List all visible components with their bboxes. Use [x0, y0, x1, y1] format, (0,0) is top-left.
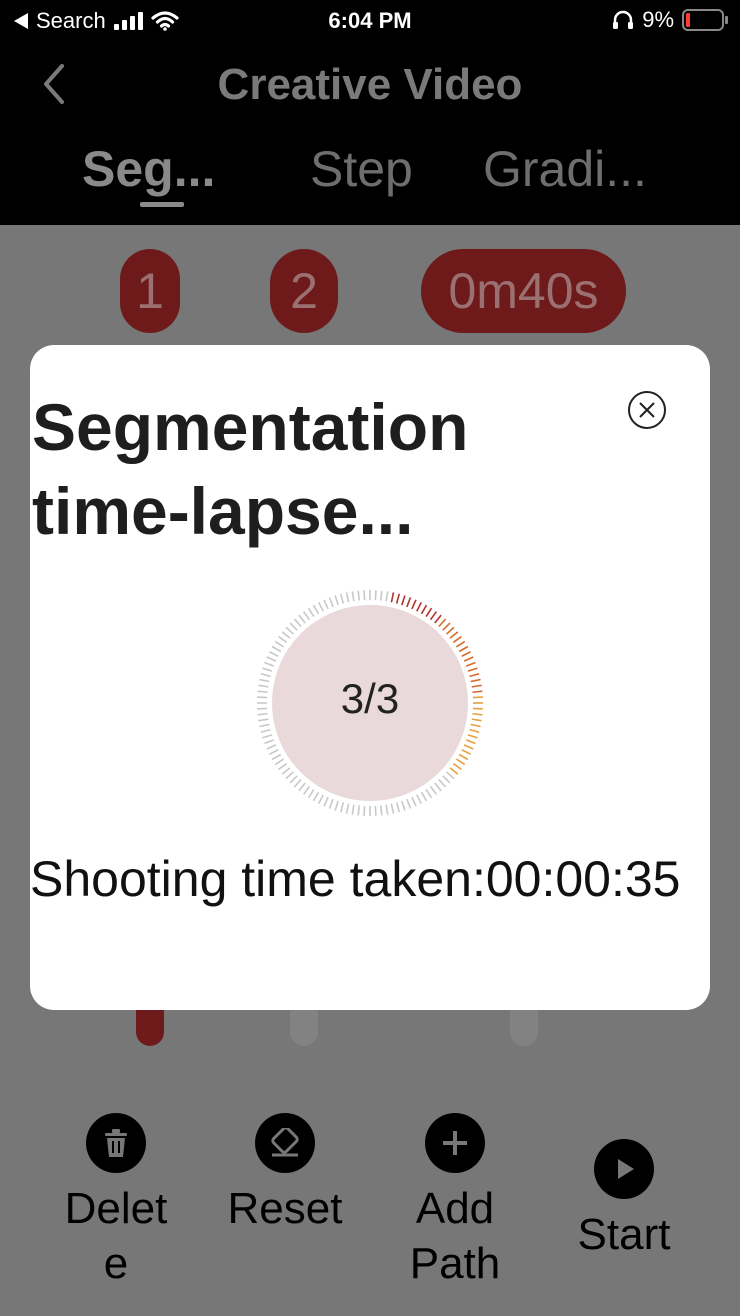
battery-icon — [682, 9, 728, 31]
battery-percent: 9% — [642, 7, 674, 32]
start-button[interactable]: Start — [564, 1139, 684, 1262]
reset-label: Reset — [227, 1184, 343, 1233]
tab-step[interactable]: Step — [310, 140, 413, 198]
page-title: Creative Video — [217, 60, 523, 109]
segment-badge-1[interactable]: 1 — [120, 249, 180, 333]
tab-segmentation[interactable]: Seg... — [82, 140, 215, 198]
tab-gradient[interactable]: Gradi... — [483, 140, 647, 198]
segment-badge-2[interactable]: 2 — [270, 249, 338, 333]
delete-button[interactable]: Delete — [55, 1113, 177, 1291]
shooting-time: Shooting time taken:00:00:35 — [30, 851, 681, 907]
reset-button[interactable]: Reset — [225, 1113, 345, 1236]
play-icon — [594, 1139, 654, 1199]
add-path-button[interactable]: Add Path — [395, 1113, 515, 1291]
close-icon[interactable] — [627, 390, 667, 430]
status-bar: Search 6:04 PM 9% — [0, 0, 740, 44]
screen: Search 6:04 PM 9% Creative Video Seg... … — [0, 0, 740, 1316]
eraser-icon — [255, 1113, 315, 1173]
status-right: 9% — [612, 7, 728, 33]
start-label: Start — [577, 1210, 671, 1259]
segment-handle-3[interactable] — [510, 1010, 538, 1046]
delete-label: Delete — [64, 1184, 168, 1288]
headphones-icon — [613, 10, 634, 29]
active-tab-indicator — [140, 202, 184, 207]
add-path-label: Add Path — [409, 1184, 501, 1288]
tab-bar: Seg... Step Gradi... — [0, 140, 740, 210]
duration-badge[interactable]: 0m40s — [421, 249, 626, 333]
progress-dialog: Segmentation time-lapse... 3/3 Shooting … — [30, 345, 710, 1010]
trash-icon — [86, 1113, 146, 1173]
dialog-title: Segmentation time-lapse... — [32, 390, 469, 548]
segment-handle-1[interactable] — [136, 1010, 164, 1046]
progress-counter: 3/3 — [340, 675, 400, 722]
header: Creative Video Seg... Step Gradi... — [0, 44, 740, 225]
plus-icon — [425, 1113, 485, 1173]
segment-handle-2[interactable] — [290, 1010, 318, 1046]
